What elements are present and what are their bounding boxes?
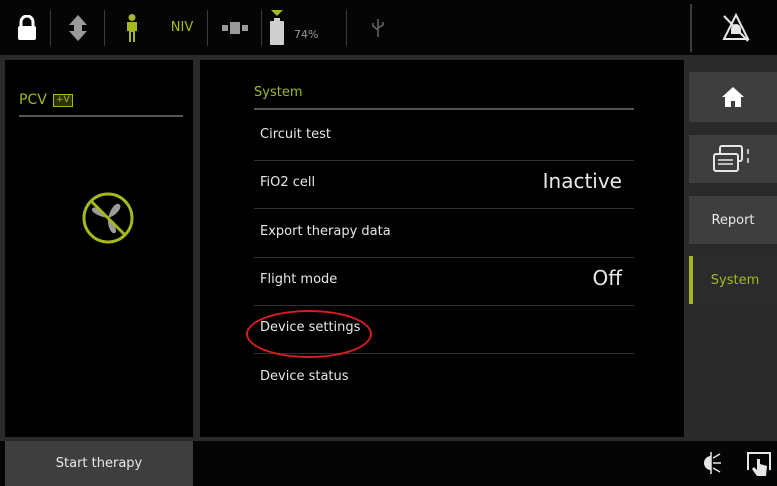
section-title: System xyxy=(254,85,303,100)
report-button[interactable]: Report xyxy=(689,196,777,244)
adult-patient-icon xyxy=(112,0,152,55)
menu-row-label: FiO2 cell xyxy=(260,175,316,190)
highlight-ellipse xyxy=(246,310,372,358)
menu-row-value: Off xyxy=(592,266,622,290)
lock-icon[interactable] xyxy=(8,0,46,55)
alarm-off-icon xyxy=(721,12,750,42)
patient-lift-icon xyxy=(58,0,98,55)
home-button[interactable] xyxy=(689,72,777,122)
menu-row-circuit-test[interactable]: Circuit test xyxy=(254,112,634,161)
brightness-icon[interactable] xyxy=(700,450,722,480)
battery-icon xyxy=(270,9,284,45)
menu-row-label: Device status xyxy=(260,369,349,384)
monitoring-button[interactable] xyxy=(689,135,777,183)
home-icon xyxy=(722,87,744,107)
touch-lock-icon[interactable] xyxy=(745,450,773,482)
niv-mode-tag: NIV xyxy=(170,20,194,35)
section-divider xyxy=(254,108,634,110)
system-menu-panel: System Circuit test FiO2 cell Inactive E… xyxy=(200,60,684,437)
menu-row-label: Export therapy data xyxy=(260,224,391,239)
status-bar: NIV 74% xyxy=(0,0,777,55)
start-therapy-button[interactable]: Start therapy xyxy=(5,441,193,486)
menu-row-fio2-cell[interactable]: FiO2 cell Inactive xyxy=(254,160,634,209)
menu-row-label: Circuit test xyxy=(260,127,331,142)
monitor-windows-icon xyxy=(713,145,749,172)
mode-divider xyxy=(19,115,183,117)
battery-percent: 74% xyxy=(294,28,319,41)
menu-row-flight-mode[interactable]: Flight mode Off xyxy=(254,257,634,306)
leakage-valve-icon xyxy=(214,0,256,55)
mode-label: PCV xyxy=(19,92,47,108)
menu-row-export-therapy-data[interactable]: Export therapy data xyxy=(254,209,634,258)
ventilation-mode-panel: PCV +V xyxy=(5,60,193,437)
menu-row-value: Inactive xyxy=(542,169,622,193)
menu-row-label: Flight mode xyxy=(260,272,338,287)
system-button[interactable]: System xyxy=(689,256,777,304)
mode-badge: +V xyxy=(53,94,73,107)
usb-icon xyxy=(360,0,396,55)
blower-off-icon xyxy=(82,192,134,244)
alarm-mute-button[interactable] xyxy=(690,4,777,52)
menu-row-device-status[interactable]: Device status xyxy=(254,354,634,402)
battery-indicator: 74% xyxy=(268,0,338,55)
